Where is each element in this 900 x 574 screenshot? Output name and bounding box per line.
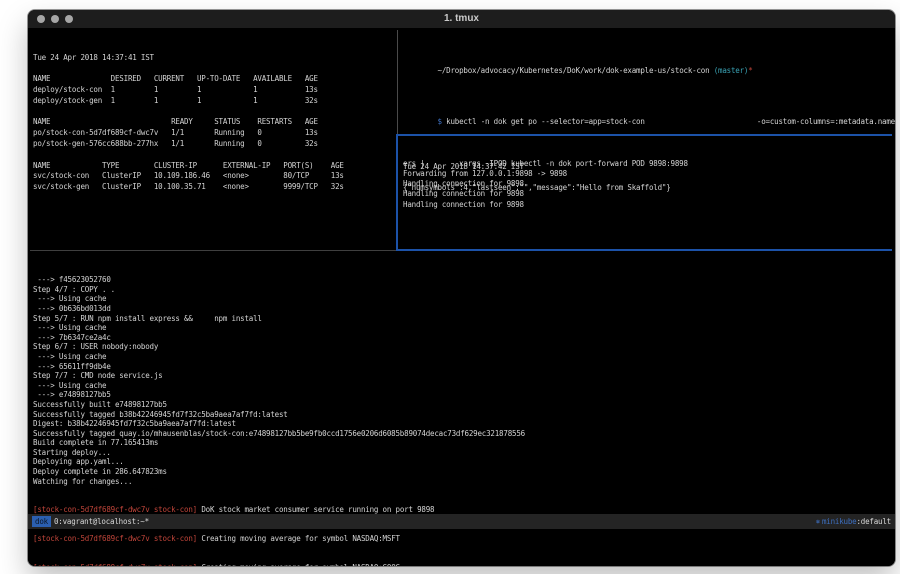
command-line: $ kubectl -n dok get po --selector=app=s…	[403, 107, 895, 138]
curl-output: Tue 24 Apr 2018 14:37:42 IST {"numsymbol…	[403, 162, 671, 194]
kube-context-status: ⎈ minikube :default	[816, 517, 895, 526]
pane-curl-output[interactable]: Tue 24 Apr 2018 14:37:42 IST {"numsymbol…	[403, 140, 671, 216]
pane-divider-vertical-inactive[interactable]	[397, 30, 398, 135]
pane-divider-horizontal-inactive-bottom[interactable]	[30, 250, 396, 251]
pod-log-prefix: [stock-con-5d7df689cf-dwc7v stock-con]	[33, 563, 201, 566]
pod-log-message: Creating moving average for symbol NASDA…	[201, 563, 400, 566]
pane-divider-horizontal-active-bottom[interactable]	[396, 249, 892, 251]
close-button-icon[interactable]	[37, 15, 45, 23]
window-list-item[interactable]: 0:vagrant@localhost:~*	[54, 517, 149, 526]
minimize-button-icon[interactable]	[51, 15, 59, 23]
session-name-badge: dok	[32, 516, 51, 527]
log-line: [stock-con-5d7df689cf-dwc7v stock-con] C…	[33, 534, 525, 544]
git-dirty-indicator: *	[748, 66, 752, 75]
window-titlebar[interactable]: 1. tmux	[28, 10, 895, 28]
pod-log-prefix: [stock-con-5d7df689cf-dwc7v stock-con]	[33, 534, 201, 543]
git-branch-label: (master)	[714, 66, 749, 75]
kube-namespace-label: :default	[856, 517, 891, 526]
docker-build-output: ---> f45623052760 Step 4/7 : COPY . . --…	[33, 275, 525, 486]
tmux-terminal: Tue 24 Apr 2018 14:37:41 IST NAME DESIRE…	[28, 28, 895, 566]
kubectl-watch-output: Tue 24 Apr 2018 14:37:41 IST NAME DESIRE…	[33, 53, 344, 193]
prompt-line: ~/Dropbox/advocacy/Kubernetes/DoK/work/d…	[403, 56, 895, 87]
zoom-button-icon[interactable]	[65, 15, 73, 23]
tmux-status-bar: dok 0:vagrant@localhost:~* ⎈ minikube :d…	[28, 514, 895, 529]
traffic-lights	[37, 10, 73, 28]
window-title: 1. tmux	[444, 10, 479, 28]
helm-wheel-icon: ⎈	[816, 517, 820, 526]
terminal-window: 1. tmux Tue 24 Apr 2018 14:37:41 IST NAM…	[28, 10, 895, 566]
kube-context-label: minikube	[822, 517, 857, 526]
pod-log-message: Creating moving average for symbol NASDA…	[201, 534, 400, 543]
log-line: [stock-con-5d7df689cf-dwc7v stock-con] C…	[33, 563, 525, 566]
pane-kubectl-watch[interactable]: Tue 24 Apr 2018 14:37:41 IST NAME DESIRE…	[33, 31, 344, 215]
prompt-cwd: ~/Dropbox/advocacy/Kubernetes/DoK/work/d…	[438, 66, 714, 75]
shell-command: kubectl -n dok get po --selector=app=sto…	[442, 117, 895, 126]
pane-divider-vertical-active[interactable]	[396, 135, 398, 250]
